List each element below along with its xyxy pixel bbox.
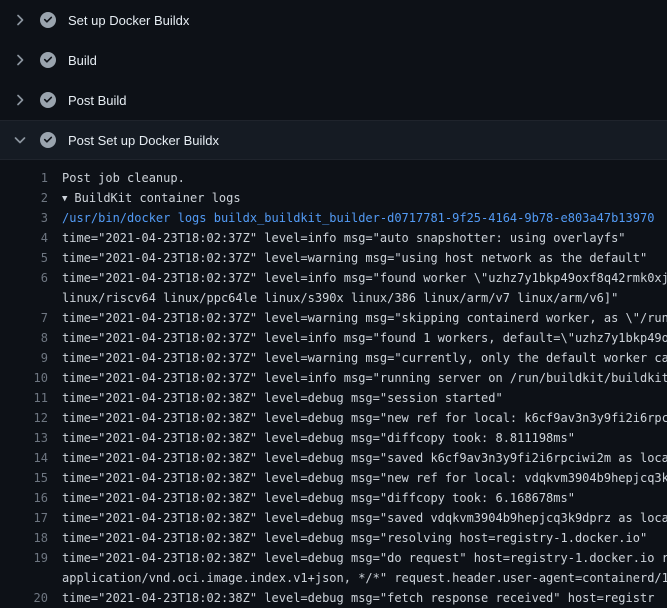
log-group-title: BuildKit container logs bbox=[74, 191, 240, 205]
log-line-text: time="2021-04-23T18:02:37Z" level=info m… bbox=[48, 368, 667, 388]
log-line: 19time="2021-04-23T18:02:38Z" level=debu… bbox=[0, 548, 667, 568]
log-line-number[interactable]: 11 bbox=[0, 388, 48, 408]
check-circle-icon bbox=[40, 132, 56, 148]
log-output: 1Post job cleanup.2 ▼ BuildKit container l… bbox=[0, 160, 667, 608]
log-line: linux/riscv64 linux/ppc64le linux/s390x … bbox=[0, 288, 667, 308]
log-line-number[interactable]: 19 bbox=[0, 548, 48, 568]
log-line-number[interactable]: 13 bbox=[0, 428, 48, 448]
log-line: 2 ▼ BuildKit container logs bbox=[0, 188, 667, 208]
log-line: 5time="2021-04-23T18:02:37Z" level=warni… bbox=[0, 248, 667, 268]
log-line-text: time="2021-04-23T18:02:37Z" level=info m… bbox=[48, 268, 667, 288]
log-line: 14time="2021-04-23T18:02:38Z" level=debu… bbox=[0, 448, 667, 468]
log-line-text: time="2021-04-23T18:02:38Z" level=debug … bbox=[48, 448, 667, 468]
log-line-number[interactable]: 17 bbox=[0, 508, 48, 528]
step-row[interactable]: Build bbox=[0, 40, 667, 80]
log-line: 12time="2021-04-23T18:02:38Z" level=debu… bbox=[0, 408, 667, 428]
log-line-number bbox=[0, 568, 48, 588]
chevron-right-icon[interactable] bbox=[12, 92, 28, 108]
log-line: 3/usr/bin/docker logs buildx_buildkit_bu… bbox=[0, 208, 667, 228]
log-line-text: time="2021-04-23T18:02:38Z" level=debug … bbox=[48, 468, 667, 488]
log-line-text: Post job cleanup. bbox=[48, 168, 667, 188]
check-circle-icon bbox=[40, 52, 56, 68]
log-line-number[interactable]: 20 bbox=[0, 588, 48, 608]
log-line-number[interactable]: 9 bbox=[0, 348, 48, 368]
log-line: 9time="2021-04-23T18:02:37Z" level=warni… bbox=[0, 348, 667, 368]
log-line-text: time="2021-04-23T18:02:37Z" level=info m… bbox=[48, 228, 667, 248]
chevron-right-icon[interactable] bbox=[12, 52, 28, 68]
log-line-text: linux/riscv64 linux/ppc64le linux/s390x … bbox=[48, 288, 667, 308]
step-label: Set up Docker Buildx bbox=[68, 13, 189, 28]
log-line-text: /usr/bin/docker logs buildx_buildkit_bui… bbox=[48, 208, 667, 228]
log-line: 15time="2021-04-23T18:02:38Z" level=debu… bbox=[0, 468, 667, 488]
log-line-text: time="2021-04-23T18:02:38Z" level=debug … bbox=[48, 488, 667, 508]
log-line-number[interactable]: 6 bbox=[0, 268, 48, 288]
log-line: 8time="2021-04-23T18:02:37Z" level=info … bbox=[0, 328, 667, 348]
log-line: 10time="2021-04-23T18:02:37Z" level=info… bbox=[0, 368, 667, 388]
log-line-number[interactable]: 8 bbox=[0, 328, 48, 348]
log-line-text: time="2021-04-23T18:02:38Z" level=debug … bbox=[48, 588, 667, 608]
log-line-number[interactable]: 5 bbox=[0, 248, 48, 268]
step-label: Post Build bbox=[68, 93, 127, 108]
log-line-number[interactable]: 1 bbox=[0, 168, 48, 188]
log-line-number[interactable]: 16 bbox=[0, 488, 48, 508]
log-line-number[interactable]: 14 bbox=[0, 448, 48, 468]
log-line-text: time="2021-04-23T18:02:37Z" level=info m… bbox=[48, 328, 667, 348]
check-circle-icon bbox=[40, 92, 56, 108]
log-line-text: time="2021-04-23T18:02:38Z" level=debug … bbox=[48, 508, 667, 528]
step-list: Set up Docker Buildx Build Post Buil bbox=[0, 0, 667, 160]
log-line: 17time="2021-04-23T18:02:38Z" level=debu… bbox=[0, 508, 667, 528]
chevron-down-icon[interactable] bbox=[12, 132, 28, 148]
log-line-text: time="2021-04-23T18:02:38Z" level=debug … bbox=[48, 408, 667, 428]
collapse-triangle-icon[interactable]: ▼ bbox=[62, 189, 67, 208]
log-line-text: time="2021-04-23T18:02:37Z" level=warnin… bbox=[48, 348, 667, 368]
step-label: Build bbox=[68, 53, 97, 68]
log-line-text: time="2021-04-23T18:02:38Z" level=debug … bbox=[48, 528, 667, 548]
log-line: 20time="2021-04-23T18:02:38Z" level=debu… bbox=[0, 588, 667, 608]
step-row[interactable]: Post Build bbox=[0, 80, 667, 120]
actions-log-viewer: Set up Docker Buildx Build Post Buil bbox=[0, 0, 667, 608]
log-line: 7time="2021-04-23T18:02:37Z" level=warni… bbox=[0, 308, 667, 328]
log-line-number[interactable]: 15 bbox=[0, 468, 48, 488]
log-line-text: ▼ BuildKit container logs bbox=[48, 188, 667, 208]
log-line-number[interactable]: 12 bbox=[0, 408, 48, 428]
log-line-number[interactable]: 18 bbox=[0, 528, 48, 548]
log-line-number[interactable]: 2 bbox=[0, 188, 48, 208]
step-label: Post Set up Docker Buildx bbox=[68, 133, 219, 148]
log-line-number[interactable]: 3 bbox=[0, 208, 48, 228]
log-line-text: time="2021-04-23T18:02:37Z" level=warnin… bbox=[48, 308, 667, 328]
log-line: 1Post job cleanup. bbox=[0, 168, 667, 188]
log-line-number[interactable]: 4 bbox=[0, 228, 48, 248]
log-line: 6time="2021-04-23T18:02:37Z" level=info … bbox=[0, 268, 667, 288]
chevron-right-icon[interactable] bbox=[12, 12, 28, 28]
log-line-number bbox=[0, 288, 48, 308]
check-circle-icon bbox=[40, 12, 56, 28]
log-line-number[interactable]: 7 bbox=[0, 308, 48, 328]
log-line: application/vnd.oci.image.index.v1+json,… bbox=[0, 568, 667, 588]
log-line-text: time="2021-04-23T18:02:37Z" level=warnin… bbox=[48, 248, 667, 268]
step-row[interactable]: Set up Docker Buildx bbox=[0, 0, 667, 40]
log-line: 18time="2021-04-23T18:02:38Z" level=debu… bbox=[0, 528, 667, 548]
log-line: 4time="2021-04-23T18:02:37Z" level=info … bbox=[0, 228, 667, 248]
log-line: 13time="2021-04-23T18:02:38Z" level=debu… bbox=[0, 428, 667, 448]
log-line-text: application/vnd.oci.image.index.v1+json,… bbox=[48, 568, 667, 588]
log-line-text: time="2021-04-23T18:02:38Z" level=debug … bbox=[48, 548, 667, 568]
log-line-number[interactable]: 10 bbox=[0, 368, 48, 388]
log-line: 16time="2021-04-23T18:02:38Z" level=debu… bbox=[0, 488, 667, 508]
log-line-text: time="2021-04-23T18:02:38Z" level=debug … bbox=[48, 428, 667, 448]
log-line-text: time="2021-04-23T18:02:38Z" level=debug … bbox=[48, 388, 667, 408]
log-line: 11time="2021-04-23T18:02:38Z" level=debu… bbox=[0, 388, 667, 408]
step-row[interactable]: Post Set up Docker Buildx bbox=[0, 120, 667, 160]
